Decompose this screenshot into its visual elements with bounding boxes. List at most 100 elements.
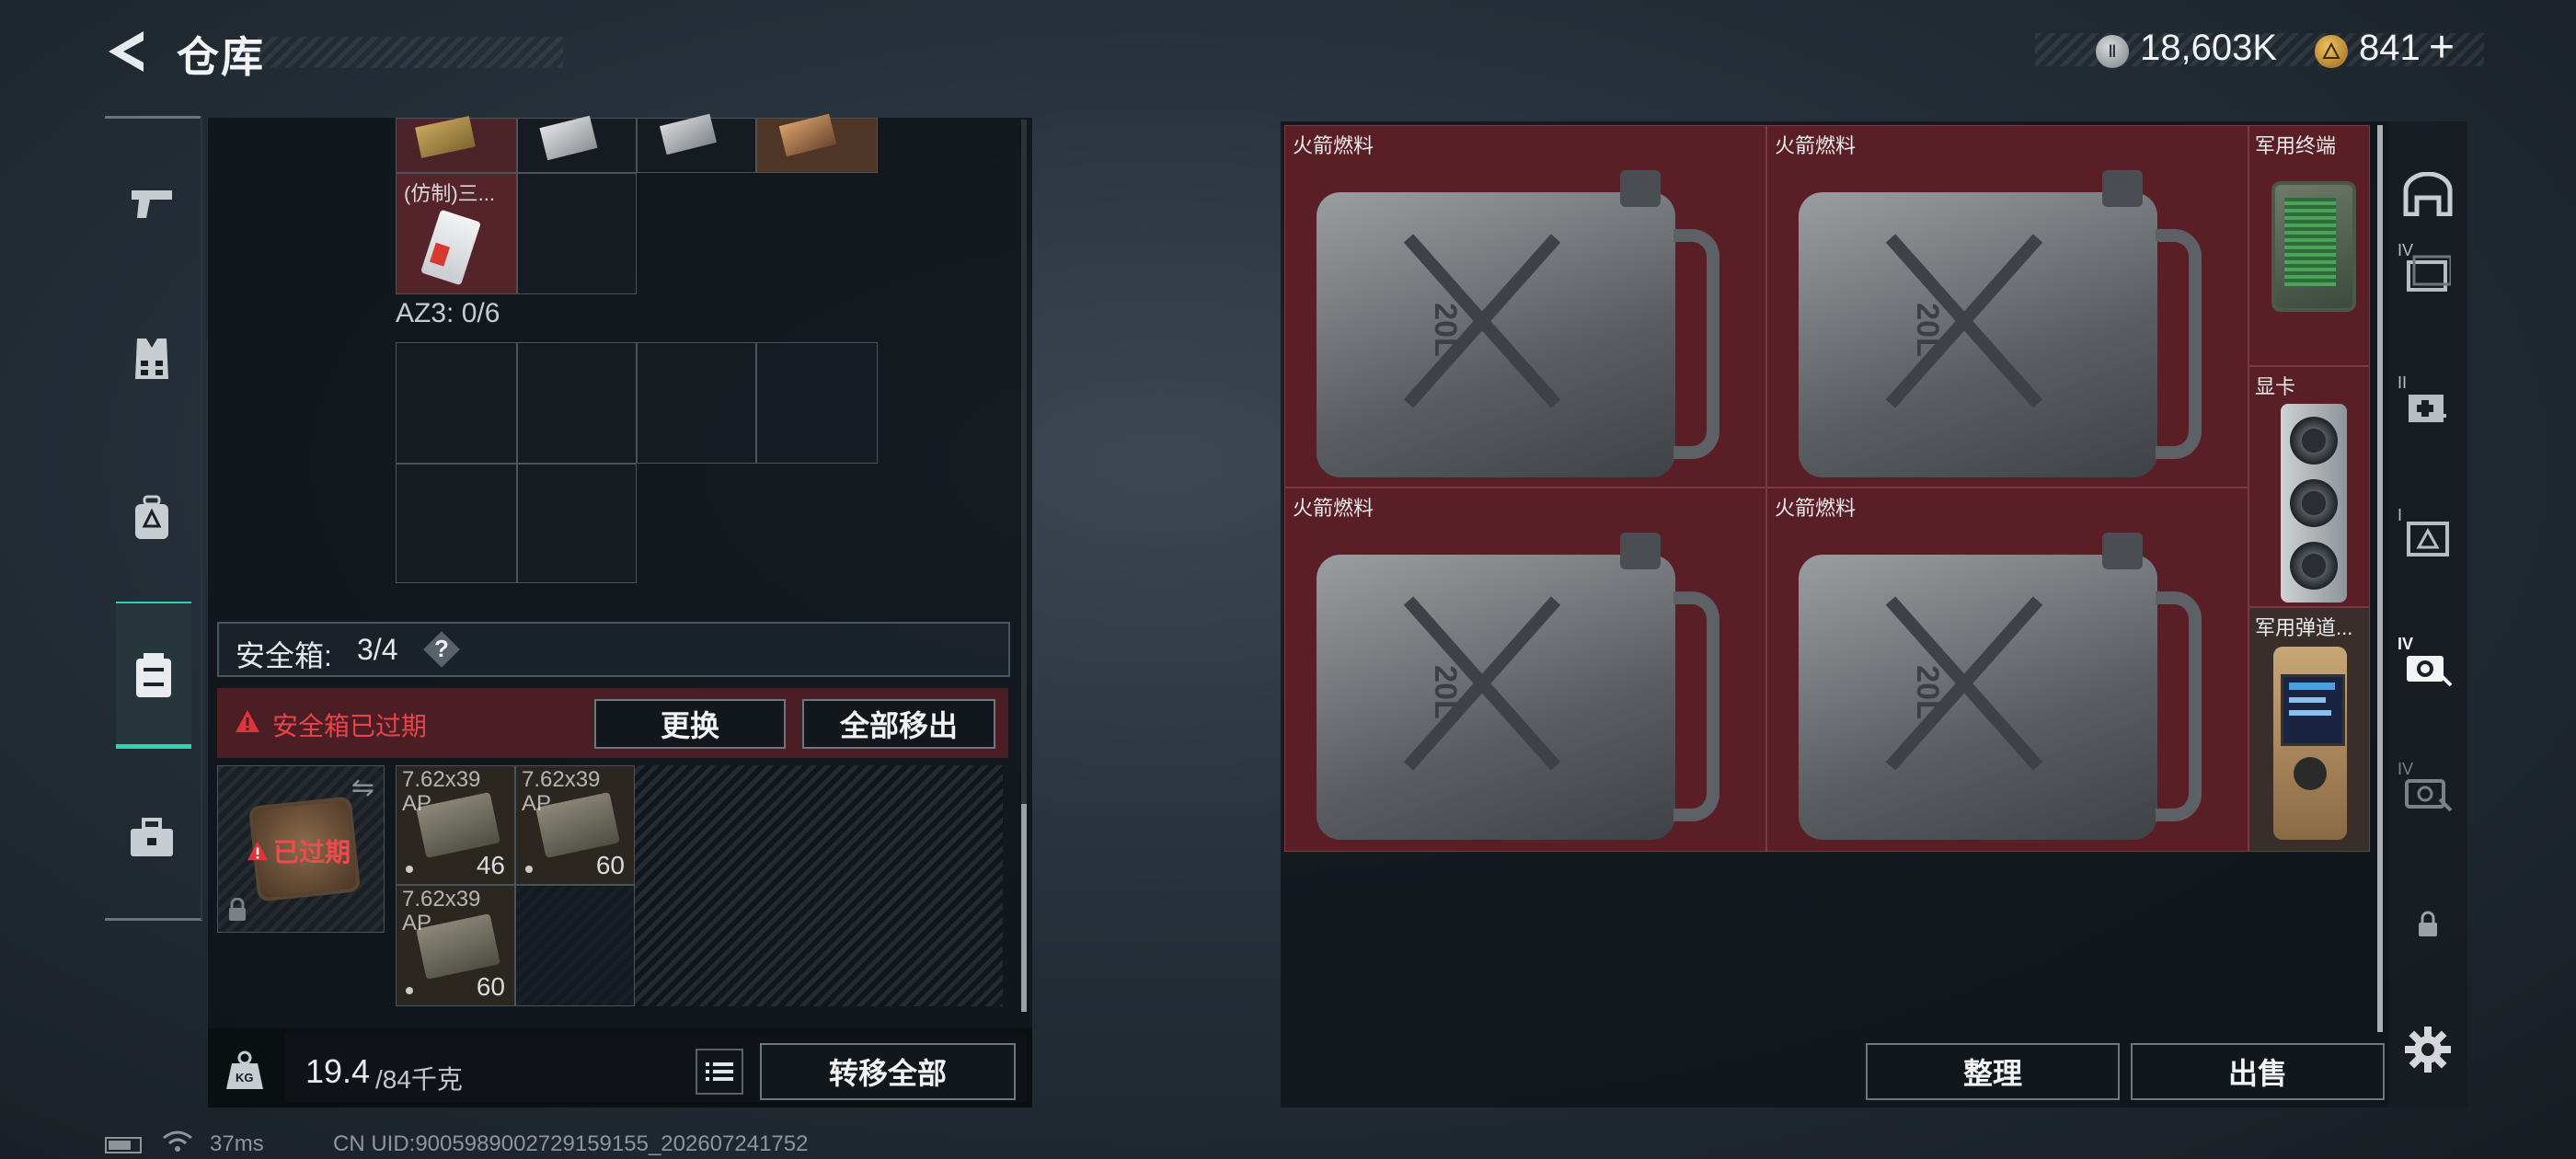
sell-button[interactable]: 出售 <box>2131 1043 2385 1100</box>
inventory-scrollbar[interactable] <box>1021 120 1027 1012</box>
az3-slot[interactable] <box>756 342 878 464</box>
tab-stash-ii[interactable]: II <box>2396 373 2460 438</box>
currency-2-value: 841 <box>2359 28 2421 68</box>
safe-box-header: 安全箱: 3/4 ? <box>217 622 1010 677</box>
tab-locked[interactable] <box>2396 892 2460 957</box>
weight-value: 19.4 <box>305 1052 371 1090</box>
safe-box-slot[interactable]: ⇋ 已过期 <box>217 765 385 933</box>
tab-safe-box-active[interactable] <box>116 602 191 749</box>
tab-toolbox[interactable] <box>120 806 184 870</box>
ammo-item[interactable]: 7.62x39 AP 60 <box>515 765 635 885</box>
backpack-icon <box>135 495 168 539</box>
stash-item[interactable]: 火箭燃料 20L <box>1284 125 1766 488</box>
tab-stash-iv-active[interactable]: IV <box>2396 635 2460 699</box>
currency-1-value: 18,603K <box>2140 28 2278 68</box>
item-name: 火箭燃料 <box>1775 134 1857 157</box>
organize-button[interactable]: 整理 <box>1866 1043 2120 1100</box>
ping-text: 37ms <box>210 1131 264 1156</box>
expired-warning-text: 安全箱已过期 <box>272 712 428 740</box>
ammo-item[interactable]: 7.62x39 AP 46 <box>396 765 515 885</box>
ammo-dot <box>525 866 533 873</box>
stash-item[interactable]: 火箭燃料 20L <box>1766 125 2248 488</box>
safe-box-label: 安全箱: <box>236 639 332 672</box>
ammo-count: 60 <box>476 972 505 1001</box>
list-view-button[interactable] <box>696 1049 743 1095</box>
warning-icon <box>234 708 261 739</box>
stash-item[interactable]: 火箭燃料 20L <box>1766 488 2248 852</box>
can-label: 20L <box>1909 665 1945 719</box>
item-name: 军用弹道... <box>2255 616 2353 639</box>
stash-item[interactable]: 火箭燃料 20L <box>1284 488 1766 852</box>
safe-box-icon <box>136 653 171 697</box>
ammo-dot <box>406 866 413 873</box>
ammo-count: 60 <box>595 851 625 879</box>
pistol-icon <box>132 190 172 218</box>
gpu-image <box>2281 404 2347 602</box>
tier-label: IV <box>2398 760 2414 778</box>
grid-cell-item[interactable]: (仿制)三... <box>396 173 517 294</box>
scrollbar-thumb[interactable] <box>2377 125 2383 1032</box>
item-name: 火箭燃料 <box>1293 497 1374 520</box>
tab-safehouse[interactable] <box>2396 162 2460 226</box>
tab-weapons[interactable] <box>120 171 184 235</box>
az3-slot[interactable] <box>637 342 756 464</box>
weight-kg-label: KG <box>236 1071 254 1084</box>
az3-slot[interactable] <box>517 342 637 464</box>
tier-label: IV <box>2398 241 2414 259</box>
wifi-icon <box>162 1130 193 1158</box>
tab-armor[interactable] <box>120 327 184 392</box>
tab-stash-i[interactable]: I <box>2396 506 2460 570</box>
ammo-item[interactable]: 7.62x39 AP 60 <box>396 885 515 1006</box>
medkit-icon <box>2409 395 2446 422</box>
settings-button[interactable] <box>2396 1017 2460 1082</box>
supply-crate-icon <box>2407 522 2449 557</box>
lock-icon <box>227 897 247 926</box>
add-currency-button[interactable]: + <box>2429 22 2455 73</box>
stash-item-gpu[interactable]: 显卡 <box>2248 366 2370 607</box>
swap-icon[interactable]: ⇋ <box>351 772 374 804</box>
ammo-name: 7.62x39 AP <box>402 767 481 816</box>
sidebar-bottom-line <box>105 918 202 921</box>
battery-icon <box>105 1137 142 1153</box>
ammo-dot <box>406 987 413 994</box>
item-name: 显卡 <box>2255 375 2296 398</box>
stash-item-terminal[interactable]: 军用终端 <box>2248 125 2370 366</box>
az3-label: AZ3: 0/6 <box>396 298 500 328</box>
back-arrow-icon <box>109 31 144 72</box>
ammo-name: 7.62x39 AP <box>522 767 601 816</box>
expired-badge: 已过期 <box>246 832 351 869</box>
item-label: (仿制)三... <box>404 182 495 205</box>
az3-slot[interactable] <box>517 464 637 583</box>
az3-slot[interactable] <box>396 342 517 464</box>
grid-cell[interactable] <box>517 173 637 294</box>
weight-max: /84千克 <box>375 1065 463 1094</box>
az3-slot[interactable] <box>396 464 517 583</box>
item-name: 军用终端 <box>2255 134 2337 157</box>
ammo-count: 46 <box>476 851 505 879</box>
ammo-name: 7.62x39 AP <box>402 887 481 935</box>
tier-label: I <box>2398 506 2403 524</box>
tab-stash-iv-2[interactable]: IV <box>2396 760 2460 824</box>
help-button[interactable]: ? <box>423 631 460 668</box>
replace-button[interactable]: 更换 <box>594 699 786 749</box>
coin-icon: ǁ <box>2096 35 2129 68</box>
transfer-all-button[interactable]: 转移全部 <box>760 1043 1016 1100</box>
tab-backpack[interactable] <box>120 486 184 550</box>
grid-cell[interactable] <box>515 885 635 1006</box>
help-icon: ? <box>434 635 449 662</box>
back-button[interactable] <box>103 26 155 77</box>
stash-scrollbar[interactable] <box>2377 125 2383 1032</box>
can-label: 20L <box>1427 665 1463 719</box>
premium-coin-icon <box>2315 35 2348 68</box>
toolbox-icon <box>131 818 173 856</box>
sidebar-divider <box>201 116 202 920</box>
remove-all-button[interactable]: 全部移出 <box>802 699 995 749</box>
tier-label: II <box>2398 373 2408 392</box>
title-underline-decor <box>258 37 563 68</box>
tab-stash-iv[interactable]: IV <box>2396 241 2460 305</box>
safehouse-icon <box>2403 172 2453 216</box>
stash-item-ballistic[interactable]: 军用弹道... <box>2248 607 2370 852</box>
fuel-can-image: 20L <box>1317 165 1731 481</box>
scrollbar-thumb[interactable] <box>1021 804 1027 1012</box>
list-icon <box>706 1062 733 1081</box>
